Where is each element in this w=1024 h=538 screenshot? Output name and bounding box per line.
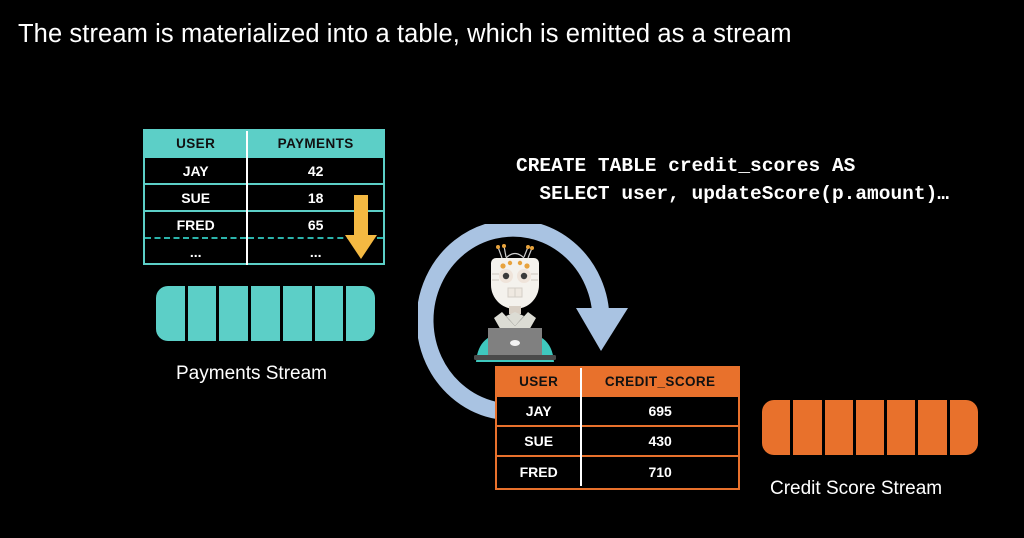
stream-segment	[251, 286, 280, 341]
down-arrow-icon	[345, 195, 377, 259]
slide-canvas: The stream is materialized into a table,…	[0, 0, 1024, 538]
stream-segment	[824, 400, 853, 455]
cell-user: JAY	[497, 395, 582, 426]
stream-segment	[793, 400, 822, 455]
cell-user: JAY	[145, 156, 248, 184]
sql-line-2: SELECT user, updateScore(p.amount)…	[516, 183, 949, 205]
cell-user: FRED	[497, 455, 582, 486]
stream-segment	[346, 286, 376, 341]
column-header-payments: PAYMENTS	[246, 131, 383, 157]
cell-payments: 42	[246, 156, 383, 184]
stream-segment	[156, 286, 185, 341]
cell-user: SUE	[497, 425, 582, 456]
stream-segment	[949, 400, 978, 455]
table-row: JAY 42	[145, 156, 383, 184]
stream-segment	[855, 400, 885, 455]
table-row: SUE 430	[497, 425, 738, 456]
stream-segment	[219, 286, 249, 341]
table-header-row: USER CREDIT_SCORE	[497, 368, 738, 396]
cell-credit-score: 430	[580, 425, 738, 456]
stream-segment	[762, 400, 791, 455]
page-title: The stream is materialized into a table,…	[18, 20, 792, 48]
cell-credit-score: 695	[580, 395, 738, 426]
cell-user: ...	[145, 237, 248, 265]
payments-stream-label: Payments Stream	[176, 363, 327, 384]
stream-segment	[187, 286, 217, 341]
column-header-user: USER	[497, 368, 582, 396]
stream-segment	[887, 400, 916, 455]
sql-code-block: CREATE TABLE credit_scores AS SELECT use…	[516, 152, 949, 208]
column-header-credit-score: CREDIT_SCORE	[580, 368, 738, 396]
table-row: FRED 710	[497, 455, 738, 486]
table-header-row: USER PAYMENTS	[145, 131, 383, 157]
sql-line-1: CREATE TABLE credit_scores AS	[516, 155, 856, 177]
payments-stream-graphic	[156, 286, 376, 341]
stream-segment	[918, 400, 947, 455]
credit-score-table: USER CREDIT_SCORE JAY 695 SUE 430 FRED 7…	[495, 366, 740, 490]
column-header-user: USER	[145, 131, 248, 157]
credit-score-stream-graphic	[762, 400, 978, 455]
cell-user: SUE	[145, 183, 248, 211]
credit-score-stream-label: Credit Score Stream	[770, 478, 943, 499]
stream-segment	[314, 286, 344, 341]
table-row: JAY 695	[497, 395, 738, 426]
cell-credit-score: 710	[580, 455, 738, 486]
robot-at-laptop-icon	[474, 244, 556, 362]
stream-segment	[282, 286, 312, 341]
cell-user: FRED	[145, 210, 248, 238]
